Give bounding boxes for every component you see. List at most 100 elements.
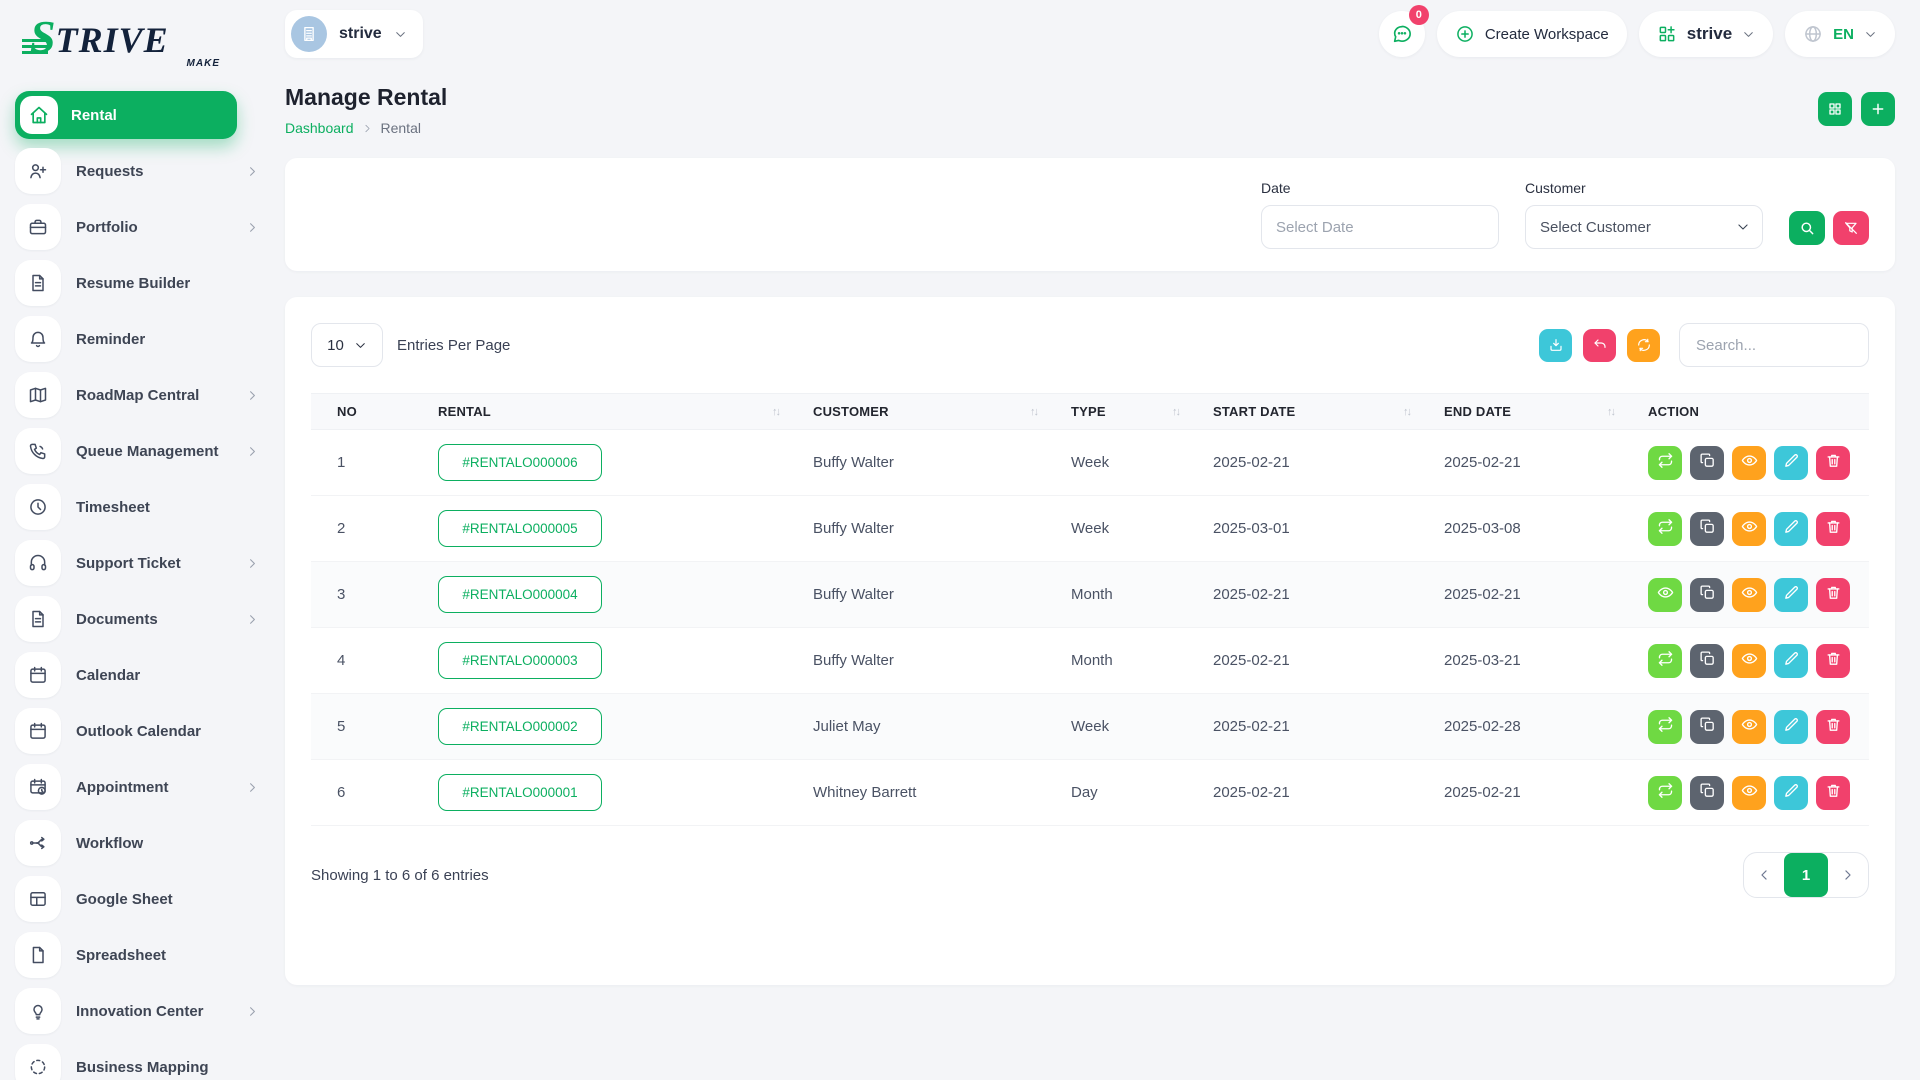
column-header-start-date[interactable]: START DATE↑↓: [1187, 394, 1418, 430]
undo-button[interactable]: [1583, 329, 1616, 362]
rental-number-badge[interactable]: #RENTALO000003: [438, 642, 602, 679]
add-rental-button[interactable]: [1861, 92, 1895, 126]
rental-number-badge[interactable]: #RENTALO000004: [438, 576, 602, 613]
delete-action-button[interactable]: [1816, 710, 1850, 744]
cell-start-date: 2025-02-21: [1187, 628, 1418, 694]
rental-number-badge[interactable]: #RENTALO000006: [438, 444, 602, 481]
sidebar-item-documents[interactable]: Documents: [15, 595, 271, 643]
sidebar-item-reminder[interactable]: Reminder: [15, 315, 271, 363]
entries-per-page-select[interactable]: 10: [311, 323, 383, 367]
sidebar-item-business-mapping[interactable]: Business Mapping: [15, 1043, 271, 1080]
next-page-button[interactable]: [1828, 853, 1868, 897]
repeat-action-button[interactable]: [1648, 446, 1682, 480]
grid-view-button[interactable]: [1818, 92, 1852, 126]
copy-action-button[interactable]: [1690, 446, 1724, 480]
edit-action-button[interactable]: [1774, 644, 1808, 678]
copy-action-button[interactable]: [1690, 710, 1724, 744]
sidebar-item-requests[interactable]: Requests: [15, 147, 271, 195]
sidebar-item-label: Timesheet: [76, 499, 150, 516]
org-switcher[interactable]: strive: [1639, 11, 1773, 57]
delete-action-button[interactable]: [1816, 644, 1850, 678]
cell-start-date: 2025-02-21: [1187, 562, 1418, 628]
sidebar-item-workflow[interactable]: Workflow: [15, 819, 271, 867]
view-action-button[interactable]: [1732, 446, 1766, 480]
view-action-button[interactable]: [1732, 710, 1766, 744]
user-plus-icon: [15, 148, 61, 194]
rental-number-badge[interactable]: #RENTALO000005: [438, 510, 602, 547]
clear-filter-button[interactable]: [1833, 211, 1869, 245]
sidebar-item-innovation-center[interactable]: Innovation Center: [15, 987, 271, 1035]
edit-action-button[interactable]: [1774, 512, 1808, 546]
copy-action-button[interactable]: [1690, 776, 1724, 810]
rental-number-badge[interactable]: #RENTALO000002: [438, 708, 602, 745]
column-header-end-date[interactable]: END DATE↑↓: [1418, 394, 1622, 430]
edit-action-button[interactable]: [1774, 578, 1808, 612]
view-action-button[interactable]: [1732, 578, 1766, 612]
sidebar-item-outlook-calendar[interactable]: Outlook Calendar: [15, 707, 271, 755]
logo-text: TRIVE: [56, 22, 169, 58]
page-header: Manage Rental Dashboard Rental: [285, 84, 1895, 136]
copy-icon: [1699, 716, 1716, 737]
pencil-icon: [1783, 518, 1800, 539]
view-action-button[interactable]: [1732, 776, 1766, 810]
customer-filter-select[interactable]: Select Customer: [1525, 205, 1763, 249]
phone-call-icon: [15, 428, 61, 474]
sidebar-item-rental[interactable]: Rental: [15, 91, 237, 139]
copy-icon: [1699, 452, 1716, 473]
sidebar-item-timesheet[interactable]: Timesheet: [15, 483, 271, 531]
delete-action-button[interactable]: [1816, 446, 1850, 480]
sidebar-item-portfolio[interactable]: Portfolio: [15, 203, 271, 251]
sort-icon[interactable]: ↑↓: [1607, 406, 1614, 418]
repeat-action-button[interactable]: [1648, 644, 1682, 678]
sidebar-item-calendar[interactable]: Calendar: [15, 651, 271, 699]
repeat-action-button[interactable]: [1648, 512, 1682, 546]
repeat-action-button[interactable]: [1648, 776, 1682, 810]
page-number-button[interactable]: 1: [1784, 853, 1828, 897]
view-action-button[interactable]: [1732, 512, 1766, 546]
previous-page-button[interactable]: [1744, 853, 1784, 897]
delete-action-button[interactable]: [1816, 776, 1850, 810]
sort-icon[interactable]: ↑↓: [1030, 406, 1037, 418]
sidebar-item-support-ticket[interactable]: Support Ticket: [15, 539, 271, 587]
sort-icon[interactable]: ↑↓: [772, 406, 779, 418]
view-action-button[interactable]: [1732, 644, 1766, 678]
breadcrumb-dashboard-link[interactable]: Dashboard: [285, 120, 354, 136]
view-action-button[interactable]: [1648, 578, 1682, 612]
language-switcher[interactable]: EN: [1785, 11, 1895, 57]
eye-icon: [1741, 584, 1758, 605]
create-workspace-button[interactable]: Create Workspace: [1437, 11, 1627, 57]
calendar-icon: [15, 652, 61, 698]
edit-action-button[interactable]: [1774, 710, 1808, 744]
refresh-button[interactable]: [1627, 329, 1660, 362]
delete-action-button[interactable]: [1816, 578, 1850, 612]
sidebar-item-appointment[interactable]: Appointment: [15, 763, 271, 811]
sort-icon[interactable]: ↑↓: [1403, 406, 1410, 418]
trash-icon: [1825, 452, 1842, 473]
cell-no: 1: [311, 430, 412, 496]
repeat-action-button[interactable]: [1648, 710, 1682, 744]
copy-action-button[interactable]: [1690, 512, 1724, 546]
copy-action-button[interactable]: [1690, 644, 1724, 678]
column-header-rental[interactable]: RENTAL↑↓: [412, 394, 787, 430]
column-header-customer[interactable]: CUSTOMER↑↓: [787, 394, 1045, 430]
rental-number-badge[interactable]: #RENTALO000001: [438, 774, 602, 811]
edit-action-button[interactable]: [1774, 776, 1808, 810]
sort-icon[interactable]: ↑↓: [1172, 406, 1179, 418]
cell-actions: [1622, 760, 1869, 826]
date-filter-input[interactable]: [1261, 205, 1499, 249]
sidebar-item-resume-builder[interactable]: Resume Builder: [15, 259, 271, 307]
sidebar-item-queue-management[interactable]: Queue Management: [15, 427, 271, 475]
export-button[interactable]: [1539, 329, 1572, 362]
table-search-input[interactable]: [1679, 323, 1869, 367]
column-header-type[interactable]: TYPE↑↓: [1045, 394, 1187, 430]
chat-button[interactable]: 0: [1379, 11, 1425, 57]
delete-action-button[interactable]: [1816, 512, 1850, 546]
workspace-switcher[interactable]: strive: [285, 10, 423, 58]
sidebar-item-spreadsheet[interactable]: Spreadsheet: [15, 931, 271, 979]
sidebar-item-google-sheet[interactable]: Google Sheet: [15, 875, 271, 923]
apply-filter-button[interactable]: [1789, 211, 1825, 245]
copy-action-button[interactable]: [1690, 578, 1724, 612]
chevron-right-icon: [362, 123, 373, 134]
sidebar-item-roadmap-central[interactable]: RoadMap Central: [15, 371, 271, 419]
edit-action-button[interactable]: [1774, 446, 1808, 480]
